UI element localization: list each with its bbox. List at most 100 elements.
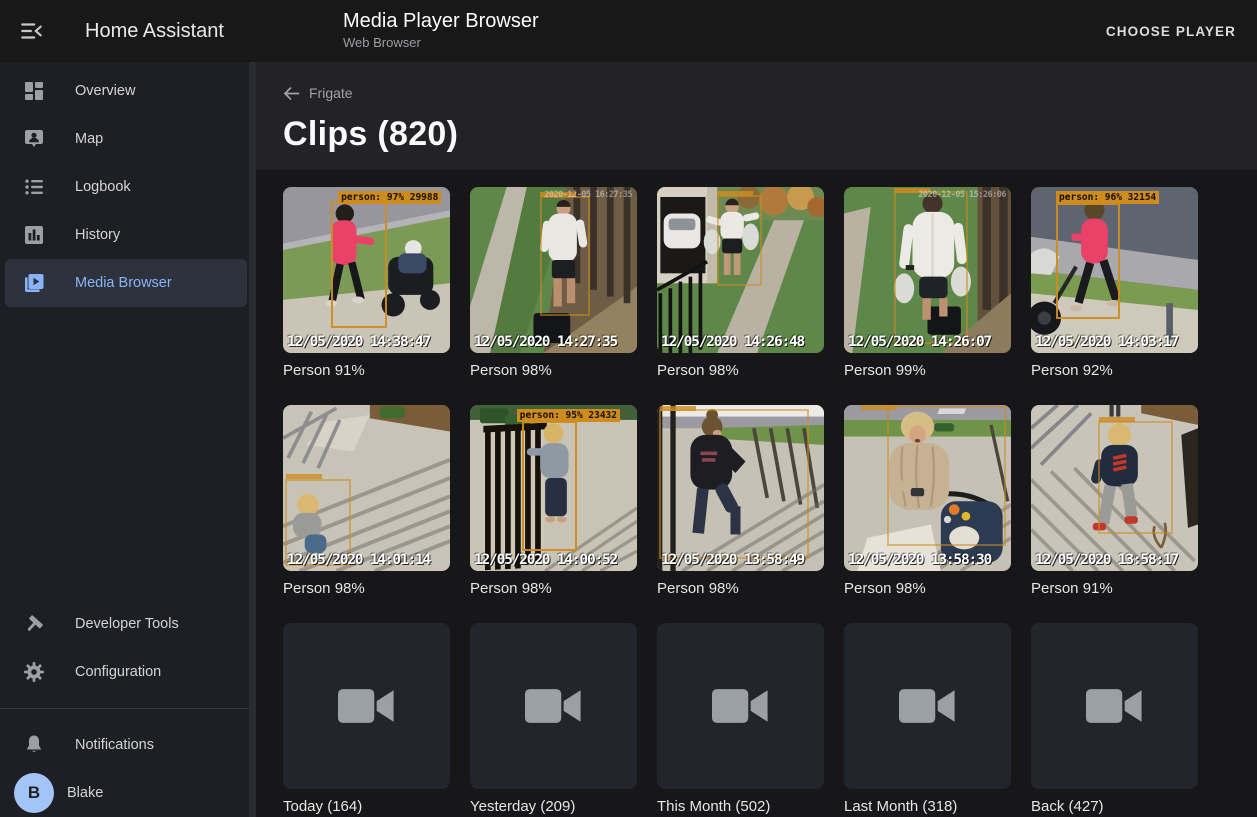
sidebar-item-history[interactable]: History — [5, 211, 247, 259]
clip-thumbnail: 12/05/2020 14:01:14 — [283, 405, 450, 571]
folder-card-back[interactable]: Back (427) — [1031, 623, 1198, 815]
clip-timestamp-overlay: 12/05/2020 14:26:07 — [848, 334, 991, 350]
detection-label: person: 95% 23432 — [517, 409, 620, 422]
folder-card-today[interactable]: Today (164) — [283, 623, 450, 815]
breadcrumb[interactable]: Frigate — [283, 85, 353, 101]
clip-caption: Person 99% — [844, 362, 1011, 379]
clip-card[interactable]: person: 95% 23432 12/05/2020 14:00:52 Pe… — [470, 405, 637, 597]
folder-card-this-month[interactable]: This Month (502) — [657, 623, 824, 815]
clip-thumbnail: 2020-12-05 16:27:35 12/05/2020 14:27:35 — [470, 187, 637, 353]
hammer-icon — [22, 612, 46, 636]
clip-timestamp-overlay: 12/05/2020 14:27:35 — [474, 334, 617, 350]
folder-thumbnail — [657, 623, 824, 789]
panel-title-block: Media Player Browser Web Browser — [343, 9, 539, 50]
sidebar-divider — [0, 708, 256, 709]
sidebar-item-label: History — [75, 227, 120, 243]
panel-subtitle: Web Browser — [343, 35, 539, 50]
clip-caption: Person 98% — [657, 580, 824, 597]
history-chart-icon — [22, 223, 46, 247]
folder-caption: Last Month (318) — [844, 798, 1011, 815]
detection-label: person: 97% 29988 — [338, 191, 441, 204]
folder-thumbnail — [470, 623, 637, 789]
sidebar-item-logbook[interactable]: Logbook — [5, 163, 247, 211]
gear-icon — [22, 660, 46, 684]
clip-card[interactable]: person: 97% 29988 12/05/2020 14:38:47 Pe… — [283, 187, 450, 379]
folder-card-last-month[interactable]: Last Month (318) — [844, 623, 1011, 815]
clips-content: person: 97% 29988 12/05/2020 14:38:47 Pe… — [256, 170, 1257, 817]
clip-caption: Person 91% — [1031, 580, 1198, 597]
bell-icon — [22, 733, 46, 757]
clip-caption: Person 98% — [470, 580, 637, 597]
dashboard-icon — [22, 79, 46, 103]
choose-player-button[interactable]: CHOOSE PLAYER — [1106, 24, 1236, 39]
logbook-icon — [22, 175, 46, 199]
sidebar-item-configuration[interactable]: Configuration — [5, 648, 247, 696]
clip-timestamp-overlay: 12/05/2020 14:03:17 — [1035, 334, 1178, 350]
clip-card[interactable]: person: 96% 32154 12/05/2020 14:03:17 Pe… — [1031, 187, 1198, 379]
folder-card-yesterday[interactable]: Yesterday (209) — [470, 623, 637, 815]
camera-timestamp-overlay: 2020-12-05 16:27:35 — [544, 190, 632, 200]
sidebar-item-notifications[interactable]: Notifications — [5, 721, 247, 769]
clip-timestamp-overlay: 12/05/2020 14:26:48 — [661, 334, 804, 350]
clip-thumbnail: person: 95% 23432 12/05/2020 14:00:52 — [470, 405, 637, 571]
clip-card[interactable]: 12/05/2020 14:01:14 Person 98% — [283, 405, 450, 597]
clip-thumbnail: person: 97% 29988 12/05/2020 14:38:47 — [283, 187, 450, 353]
sidebar-item-media-browser[interactable]: Media Browser — [5, 259, 247, 307]
clip-card[interactable]: 2020-12-05 16:27:35 12/05/2020 14:27:35 … — [470, 187, 637, 379]
sidebar-item-label: Configuration — [75, 664, 161, 680]
folder-thumbnail — [283, 623, 450, 789]
sidebar-item-label: Notifications — [75, 737, 154, 753]
sidebar-item-label: Logbook — [75, 179, 131, 195]
detection-bbox — [1098, 421, 1173, 534]
clip-thumbnail: person: 96% 32154 12/05/2020 14:03:17 — [1031, 187, 1198, 353]
sidebar-item-overview[interactable]: Overview — [5, 67, 247, 115]
sidebar-item-label: Map — [75, 131, 103, 147]
sidebar-scrollbar[interactable] — [249, 62, 256, 817]
sidebar-item-label: Media Browser — [75, 275, 172, 291]
clip-timestamp-overlay: 12/05/2020 14:01:14 — [287, 552, 430, 568]
clip-card[interactable]: 12/05/2020 13:58:17 Person 91% — [1031, 405, 1198, 597]
clips-grid: person: 97% 29988 12/05/2020 14:38:47 Pe… — [283, 187, 1229, 815]
video-camera-icon — [1086, 686, 1144, 726]
back-arrow-icon — [283, 86, 300, 101]
detection-bbox — [1056, 203, 1119, 319]
map-icon — [22, 127, 46, 151]
detection-label-chip — [717, 191, 753, 196]
clip-timestamp-overlay: 12/05/2020 14:38:47 — [287, 334, 430, 350]
clip-card[interactable]: 12/05/2020 14:26:48 Person 98% — [657, 187, 824, 379]
breadcrumb-label: Frigate — [309, 85, 353, 101]
video-camera-icon — [899, 686, 957, 726]
clip-thumbnail: 12/05/2020 13:58:49 — [657, 405, 824, 571]
detection-bbox — [522, 421, 577, 550]
app-title: Home Assistant — [85, 20, 224, 43]
detection-label-chip — [1099, 417, 1135, 422]
app-window: Home Assistant Media Player Browser Web … — [0, 0, 1257, 817]
clip-timestamp-overlay: 12/05/2020 14:00:52 — [474, 552, 617, 568]
folder-thumbnail — [844, 623, 1011, 789]
clip-timestamp-overlay: 12/05/2020 13:58:17 — [1035, 552, 1178, 568]
detection-label-chip — [660, 406, 696, 411]
clip-caption: Person 98% — [844, 580, 1011, 597]
folder-caption: Today (164) — [283, 798, 450, 815]
detection-label-chip — [861, 405, 897, 410]
clip-caption: Person 91% — [283, 362, 450, 379]
detection-bbox — [717, 195, 762, 286]
clip-thumbnail: 12/05/2020 14:26:48 — [657, 187, 824, 353]
detection-bbox — [887, 406, 1006, 545]
sidebar-item-developer-tools[interactable]: Developer Tools — [5, 600, 247, 648]
clip-thumbnail: 12/05/2020 13:58:30 — [844, 405, 1011, 571]
camera-timestamp-overlay: 2020-12-05 15:26:06 — [918, 190, 1006, 200]
sidebar-item-label: Developer Tools — [75, 616, 179, 632]
sidebar: Overview Map Logbook History — [0, 62, 256, 817]
sidebar-item-map[interactable]: Map — [5, 115, 247, 163]
detection-label-chip — [286, 474, 322, 479]
sidebar-item-user[interactable]: B Blake — [5, 769, 247, 817]
media-browser-header: Frigate Clips (820) — [256, 62, 1257, 170]
folder-caption: Back (427) — [1031, 798, 1198, 815]
clip-card[interactable]: 12/05/2020 13:58:30 Person 98% — [844, 405, 1011, 597]
clip-card[interactable]: 2020-12-05 15:26:06 12/05/2020 14:26:07 … — [844, 187, 1011, 379]
sidebar-toggle-icon[interactable] — [19, 18, 45, 44]
sidebar-spacer — [0, 307, 256, 600]
detection-bbox — [894, 191, 967, 344]
clip-card[interactable]: 12/05/2020 13:58:49 Person 98% — [657, 405, 824, 597]
